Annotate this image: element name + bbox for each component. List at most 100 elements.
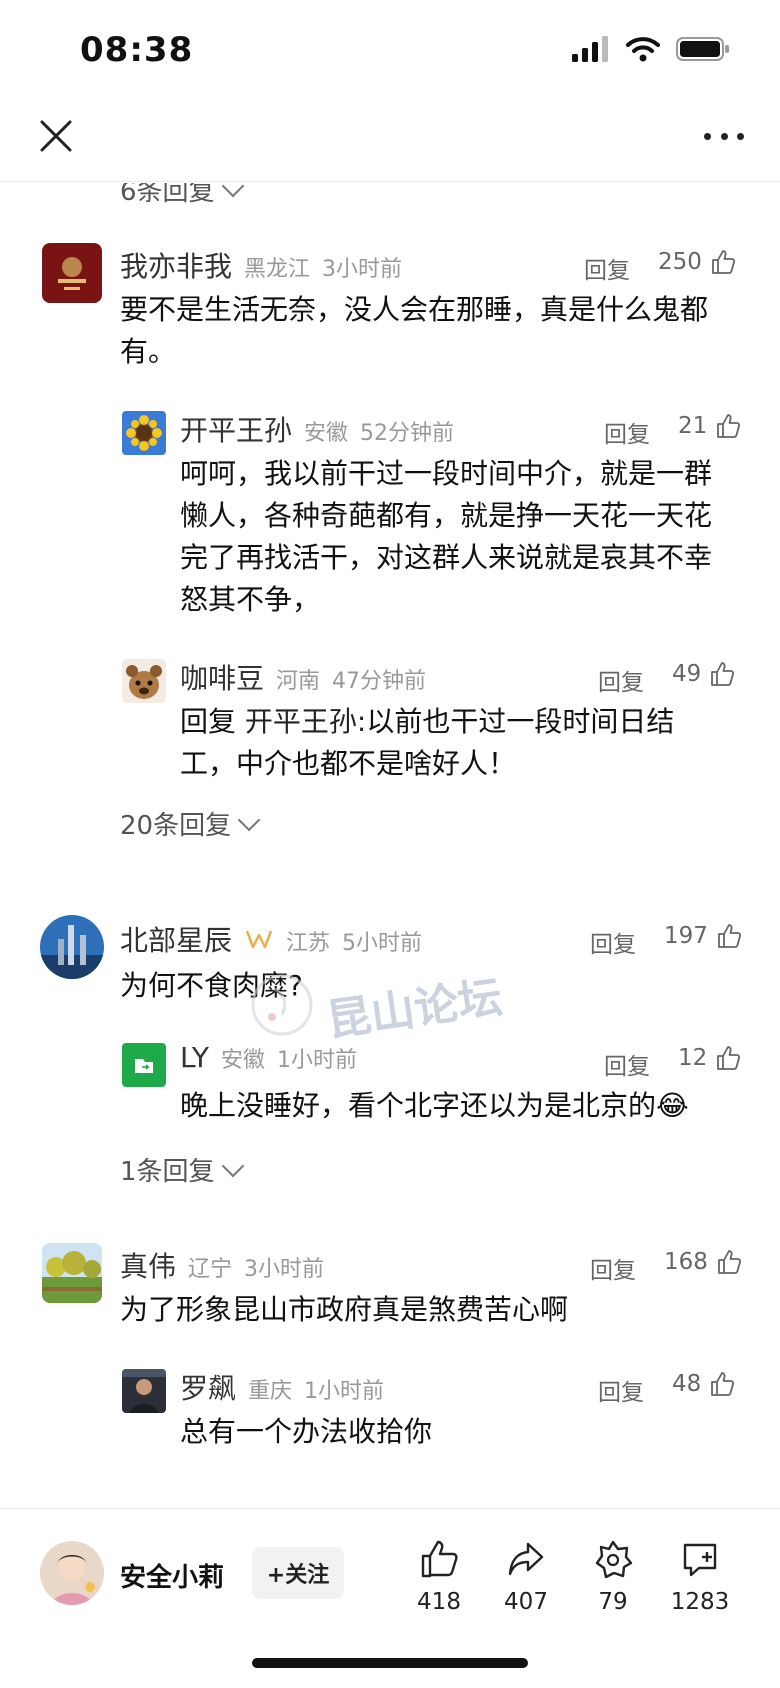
- reply-button[interactable]: 回复: [598, 663, 644, 697]
- username[interactable]: LY: [180, 1041, 209, 1074]
- expand-replies-button[interactable]: 6条回复: [120, 183, 244, 208]
- close-icon: [40, 120, 72, 152]
- like-count: 197: [664, 923, 708, 949]
- avatar[interactable]: [42, 1243, 102, 1303]
- star-icon: [595, 1540, 633, 1579]
- chevron-down-icon: [221, 183, 244, 197]
- like-count: 21: [678, 413, 708, 439]
- reply-button[interactable]: 回复: [590, 1251, 636, 1285]
- like-button[interactable]: 21: [678, 413, 741, 439]
- like-count: 250: [658, 249, 702, 275]
- reply-text: 晚上没睡好，看个北字还以为是北京的😂: [180, 1089, 689, 1122]
- like-button[interactable]: 197: [664, 923, 742, 949]
- expand-replies-label: 20条回复: [120, 811, 232, 841]
- status-time: 08:38: [80, 30, 194, 70]
- expand-replies-button[interactable]: 20条回复: [120, 805, 261, 842]
- comment-list[interactable]: 6条回复 我亦非我 黑龙江 3小时前 回复 250 要不是生活无奈，没人会在那睡…: [0, 183, 780, 1508]
- avatar[interactable]: [122, 411, 166, 455]
- avatar[interactable]: [40, 915, 104, 979]
- thumbs-up-icon: [712, 250, 735, 274]
- comment-header: 我亦非我 黑龙江 3小时前: [120, 245, 402, 285]
- like-action[interactable]: 418: [394, 1539, 484, 1615]
- expand-replies-button[interactable]: 1条回复: [120, 1151, 244, 1188]
- thumbs-up-icon: [717, 414, 741, 438]
- username[interactable]: 我亦非我: [120, 245, 232, 285]
- chevron-down-icon: [237, 808, 261, 831]
- username[interactable]: 北部星辰: [120, 919, 232, 959]
- watermark-text: 昆山论坛: [323, 971, 506, 1047]
- status-bar: 08:38: [0, 0, 780, 100]
- nav-bar: [0, 100, 780, 182]
- location: 河南: [276, 669, 321, 694]
- like-button[interactable]: 250: [658, 249, 736, 275]
- reply-text: 总有一个办法收拾你: [180, 1415, 433, 1448]
- timestamp: 52分钟前: [360, 421, 455, 446]
- reply-reference[interactable]: 开平王孙:: [245, 705, 366, 738]
- reply-button[interactable]: 回复: [590, 925, 636, 959]
- comment-text: 为了形象昆山市政府真是煞费苦心啊: [120, 1293, 569, 1326]
- like-button[interactable]: 168: [664, 1249, 742, 1275]
- thumbs-up-icon: [718, 1250, 741, 1274]
- favorite-total: 79: [598, 1589, 628, 1615]
- avatar[interactable]: [122, 659, 166, 703]
- reply-text: 呵呵，我以前干过一段时间中介，就是一群懒人，各种奇葩都有，就是挣一天花一天花完了…: [180, 457, 713, 616]
- username[interactable]: 真伟: [120, 1245, 176, 1285]
- like-button[interactable]: 12: [678, 1045, 741, 1071]
- like-count: 168: [664, 1249, 708, 1275]
- status-icons: [572, 36, 730, 62]
- favorite-action[interactable]: 79: [568, 1539, 658, 1615]
- location: 辽宁: [188, 1257, 233, 1282]
- more-options-button[interactable]: [704, 124, 744, 148]
- timestamp: 3小时前: [322, 257, 403, 282]
- watermark-logo-icon: [251, 974, 313, 1036]
- thumbs-up-icon: [717, 1046, 741, 1070]
- timestamp: 5小时前: [342, 931, 423, 956]
- timestamp: 47分钟前: [332, 669, 427, 694]
- reply-button[interactable]: 回复: [604, 1047, 650, 1081]
- reply-text: 回复 开平王孙:以前也干过一段时间日结工，中介也都不是啥好人！: [180, 701, 730, 785]
- reply-button[interactable]: 回复: [584, 251, 630, 285]
- location: 江苏: [286, 931, 331, 956]
- reply-header: 咖啡豆 河南 47分钟前: [180, 657, 426, 697]
- comment-header: 真伟 辽宁 3小时前: [120, 1245, 324, 1285]
- share-action[interactable]: 407: [481, 1539, 571, 1615]
- username[interactable]: 开平王孙: [180, 409, 292, 449]
- reply-button[interactable]: 回复: [604, 415, 650, 449]
- author-name[interactable]: 安全小莉: [120, 1557, 224, 1594]
- like-button[interactable]: 48: [672, 1371, 735, 1397]
- avatar[interactable]: [42, 243, 102, 303]
- like-total: 418: [417, 1589, 461, 1615]
- author-avatar[interactable]: [40, 1541, 104, 1605]
- like-count: 48: [672, 1371, 702, 1397]
- follow-button[interactable]: +关注: [252, 1547, 344, 1599]
- comment-header: 北部星辰 江苏 5小时前: [120, 919, 422, 959]
- username[interactable]: 咖啡豆: [180, 657, 264, 697]
- thumbs-up-icon: [711, 1372, 735, 1396]
- avatar[interactable]: [122, 1043, 166, 1087]
- more-dot-icon: [720, 132, 728, 140]
- timestamp: 1小时前: [304, 1379, 385, 1404]
- share-icon: [508, 1542, 544, 1576]
- chevron-down-icon: [221, 1154, 244, 1177]
- location: 安徽: [220, 1048, 265, 1073]
- share-total: 407: [504, 1589, 548, 1615]
- comment-text: 要不是生活无奈，没人会在那睡，真是什么鬼都有。: [120, 293, 709, 368]
- like-count: 49: [672, 661, 702, 687]
- like-button[interactable]: 49: [672, 661, 735, 687]
- battery-icon: [676, 37, 729, 61]
- close-button[interactable]: [36, 116, 76, 156]
- comment-add-icon: [683, 1543, 717, 1577]
- expand-replies-label: 6条回复: [120, 183, 215, 207]
- thumbs-up-icon: [711, 662, 735, 686]
- more-dot-icon: [737, 132, 744, 140]
- avatar[interactable]: [122, 1369, 166, 1413]
- bottom-action-bar: 安全小莉 +关注 418 407 79 1283: [0, 1508, 780, 1638]
- comment-action[interactable]: 1283: [655, 1539, 745, 1615]
- username[interactable]: 罗飙: [180, 1367, 236, 1407]
- like-count: 12: [678, 1045, 708, 1071]
- reply-button[interactable]: 回复: [598, 1373, 644, 1407]
- location: 重庆: [248, 1379, 293, 1404]
- watermark: 昆山论坛: [250, 972, 505, 1047]
- reply-prefix: 回复: [180, 705, 237, 738]
- home-indicator[interactable]: [252, 1658, 528, 1668]
